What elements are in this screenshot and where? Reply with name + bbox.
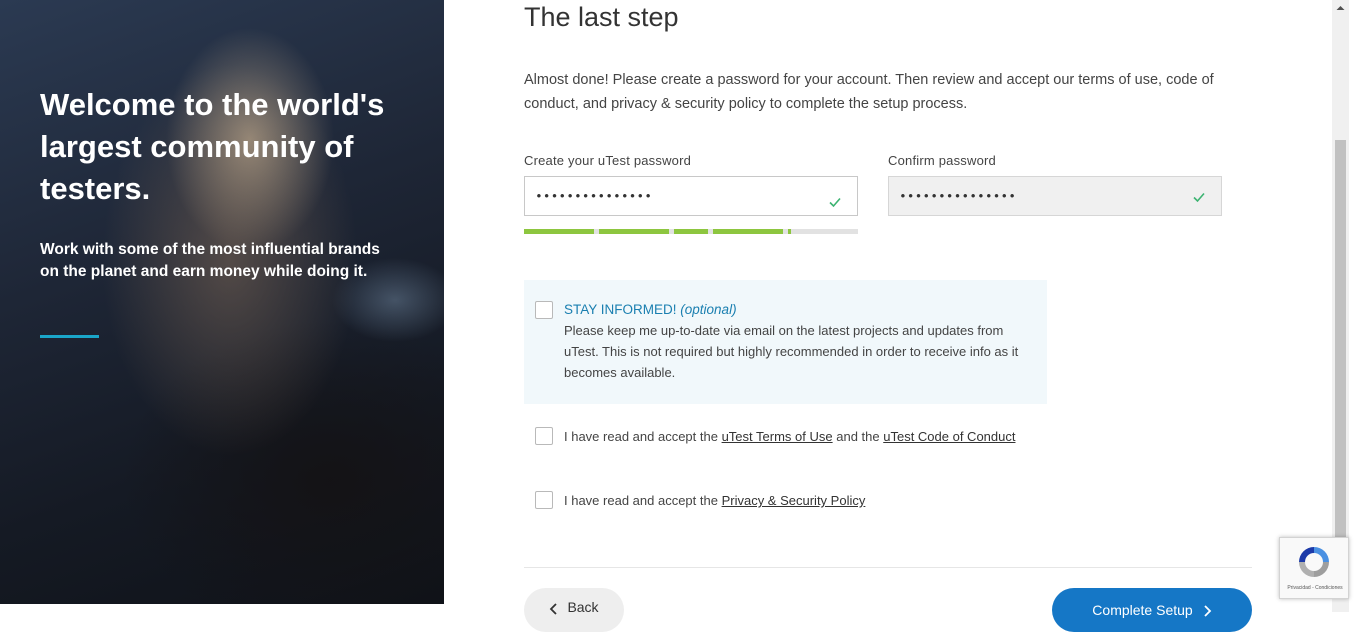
terms-text: I have read and accept the uTest Terms o… <box>564 426 1024 447</box>
terms-prefix: I have read and accept the <box>564 429 718 444</box>
check-icon <box>829 197 841 208</box>
strength-segment <box>713 229 783 234</box>
terms-of-use-link[interactable]: uTest Terms of Use <box>722 429 833 444</box>
terms-middle: and the <box>836 429 880 444</box>
complete-label: Complete Setup <box>1092 602 1193 618</box>
strength-segment <box>599 229 669 234</box>
privacy-prefix: I have read and accept the <box>564 493 718 508</box>
intro-text: Almost done! Please create a password fo… <box>524 72 1214 112</box>
code-of-conduct-link[interactable]: uTest Code of Conduct <box>883 429 1015 444</box>
hero-title: Welcome to the world's largest community… <box>40 87 385 206</box>
scroll-up-arrow-icon[interactable] <box>1335 3 1346 13</box>
strength-segment <box>788 229 791 234</box>
stay-informed-title: STAY INFORMED! <box>564 302 677 317</box>
check-icon <box>1193 192 1205 203</box>
chevron-right-icon <box>1204 605 1211 617</box>
recaptcha-footer[interactable]: Privacidad - Condiciones <box>1284 585 1346 591</box>
terms-checkbox[interactable] <box>535 427 553 445</box>
stay-informed-text: Please keep me up-to-date via email on t… <box>564 323 1019 380</box>
privacy-policy-link[interactable]: Privacy & Security Policy <box>722 493 866 508</box>
hero-subtitle: Work with some of the most influential b… <box>40 241 380 280</box>
recaptcha-badge[interactable]: Privacidad - Condiciones <box>1279 537 1349 599</box>
footer-divider <box>524 567 1252 568</box>
privacy-text: I have read and accept the Privacy & Sec… <box>564 490 1024 511</box>
scrollbar-thumb[interactable] <box>1335 140 1346 540</box>
password-field[interactable] <box>524 176 858 216</box>
complete-setup-button[interactable]: Complete Setup <box>1052 588 1252 632</box>
strength-segment <box>524 229 594 234</box>
stay-informed-checkbox[interactable] <box>535 301 553 319</box>
back-label: Back <box>567 599 599 615</box>
strength-segment <box>674 229 708 234</box>
stay-informed-heading: STAY INFORMED! (optional) <box>564 302 737 317</box>
privacy-checkbox[interactable] <box>535 491 553 509</box>
hero-accent-line <box>40 335 99 338</box>
password-label: Create your uTest password <box>524 153 692 168</box>
confirm-password-label: Confirm password <box>888 153 996 168</box>
hero-panel: Welcome to the world's largest community… <box>0 0 444 604</box>
back-button[interactable]: Back <box>524 588 624 632</box>
optional-tag: (optional) <box>680 302 737 317</box>
page-title: The last step <box>524 2 679 32</box>
password-strength-meter <box>524 229 858 234</box>
chevron-left-icon <box>550 603 558 615</box>
recaptcha-icon <box>1299 547 1329 577</box>
confirm-password-field[interactable] <box>888 176 1222 216</box>
